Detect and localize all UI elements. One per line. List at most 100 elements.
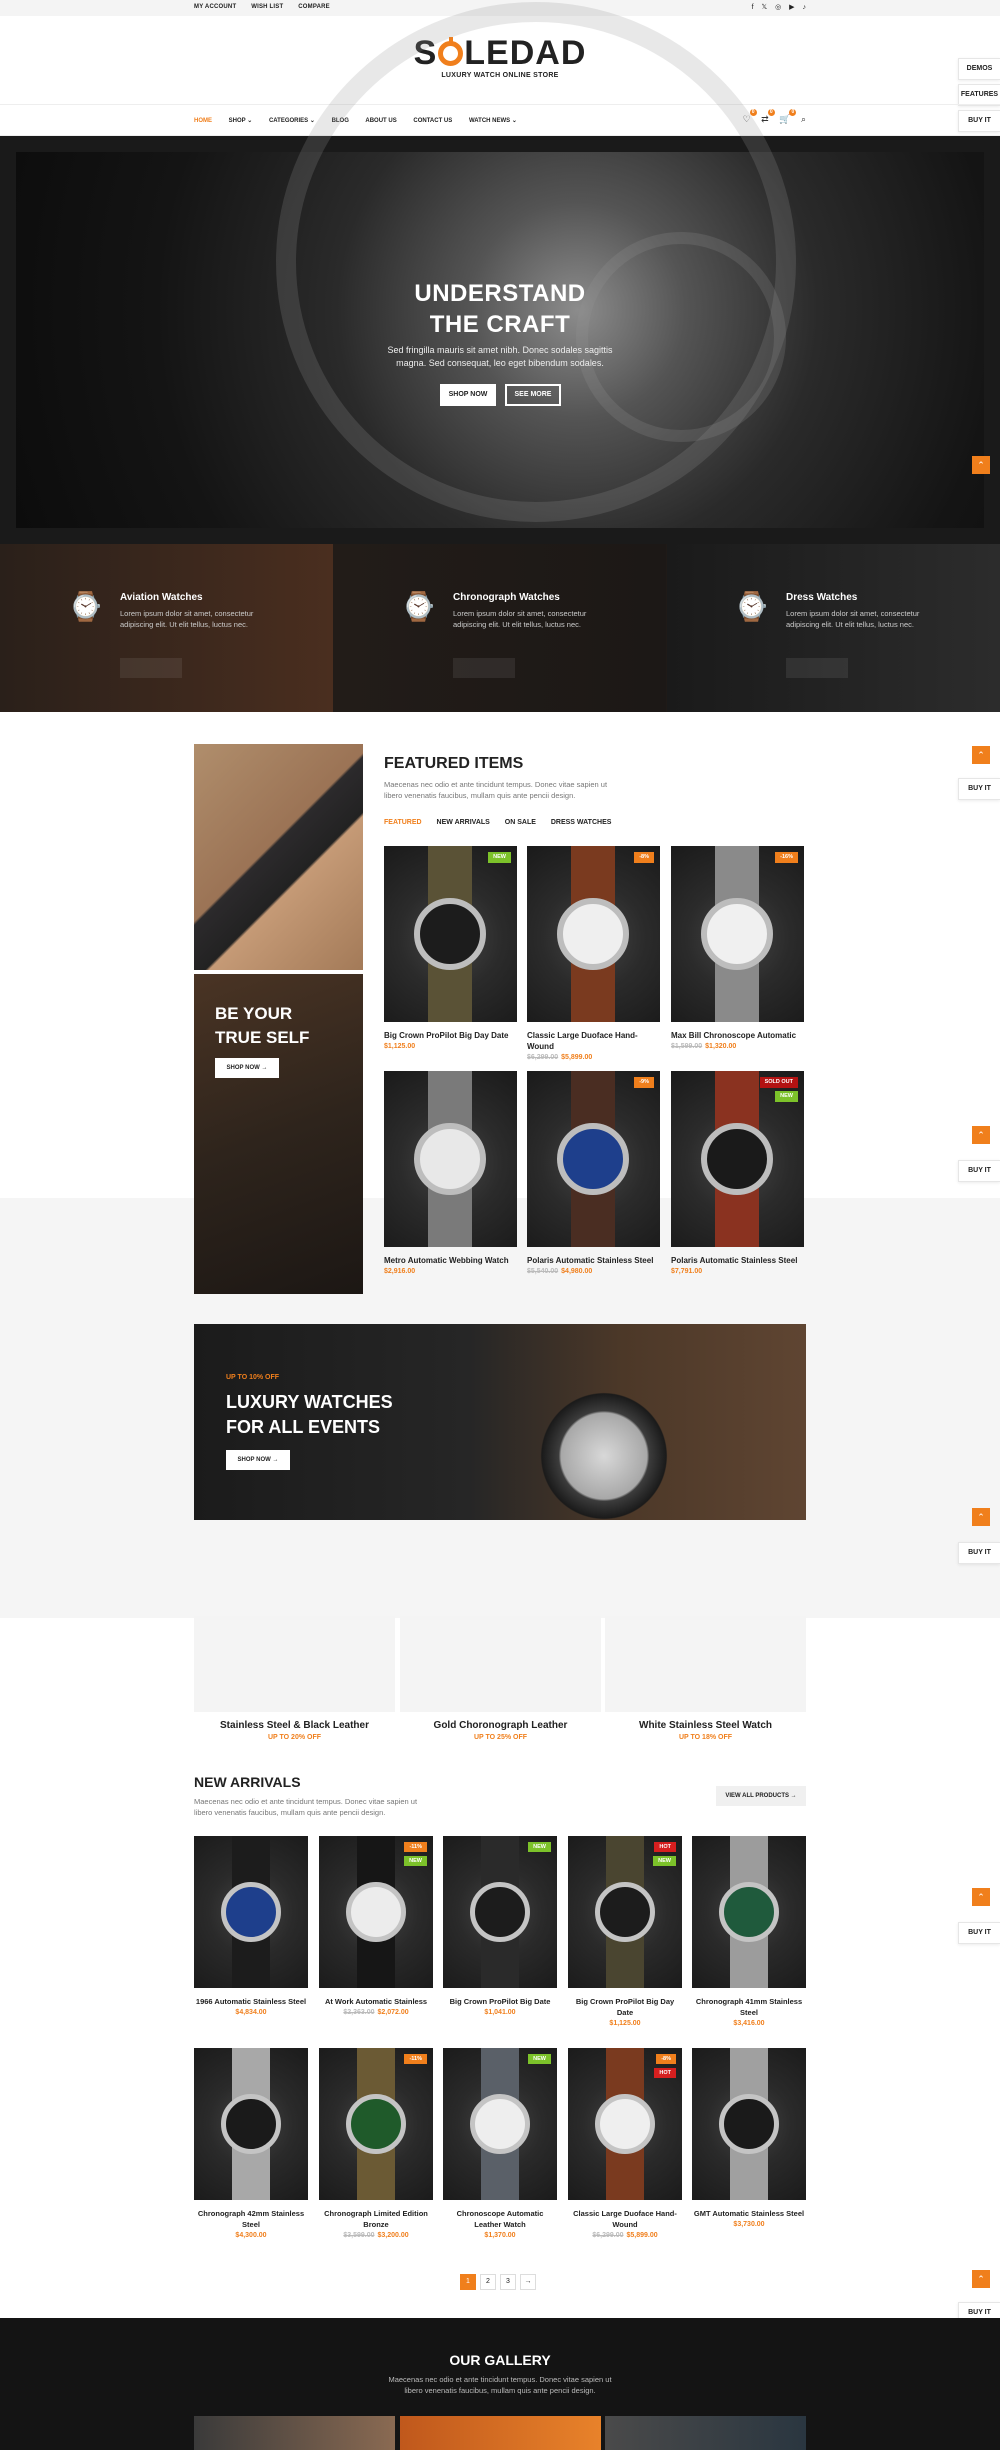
- product-card[interactable]: -8% HOT Classic Large Duoface Hand-Wound $6…: [568, 2048, 682, 2239]
- promo-card[interactable]: Stainless Steel & Black Leather UP TO 20…: [194, 1616, 395, 1741]
- product-name[interactable]: Chronograph 41mm Stainless Steel: [692, 1996, 806, 2018]
- product-name[interactable]: 1966 Automatic Stainless Steel: [194, 1996, 308, 2007]
- buy-it-button[interactable]: BUY IT: [958, 778, 1000, 800]
- buy-it-button[interactable]: BUY IT: [958, 1542, 1000, 1564]
- next-page-icon[interactable]: →: [520, 2274, 536, 2290]
- product-name[interactable]: Chronograph Limited Edition Bronze: [319, 2208, 433, 2230]
- product-image: -11%: [319, 2048, 433, 2200]
- product-card[interactable]: Chronograph 41mm Stainless Steel $3,416.0…: [692, 1836, 806, 2027]
- product-card[interactable]: GMT Automatic Stainless Steel $3,730.00: [692, 2048, 806, 2228]
- buy-it-button[interactable]: BUY IT: [958, 1922, 1000, 1944]
- page-1[interactable]: 1: [460, 2274, 476, 2290]
- page-2[interactable]: 2: [480, 2274, 496, 2290]
- hero-title: UNDERSTAND THE CRAFT: [414, 280, 586, 338]
- facebook-icon[interactable]: f: [752, 4, 754, 11]
- tab-dress-watches[interactable]: DRESS WATCHES: [551, 819, 612, 826]
- product-badge: HOT: [654, 1842, 676, 1852]
- x-icon[interactable]: 𝕏: [762, 4, 768, 11]
- product-card[interactable]: -11% Chronograph Limited Edition Bronze $3…: [319, 2048, 433, 2239]
- page-3[interactable]: 3: [500, 2274, 516, 2290]
- view-all-products-button[interactable]: VIEW ALL PRODUCTS →: [716, 1786, 806, 1806]
- scroll-top-icon[interactable]: ⌃: [972, 1508, 990, 1526]
- product-card[interactable]: NEW Big Crown ProPilot Big Date $1,041.00: [443, 1836, 557, 2016]
- product-card[interactable]: 1966 Automatic Stainless Steel $4,834.00: [194, 1836, 308, 2016]
- search-icon[interactable]: ⌕: [801, 114, 806, 124]
- product-name[interactable]: Metro Automatic Webbing Watch: [384, 1255, 517, 1266]
- hero-slider: UNDERSTAND THE CRAFT Sed fringilla mauris…: [0, 2, 1000, 544]
- hero-shop-now-button[interactable]: SHOP NOW: [440, 384, 496, 406]
- nav-categories[interactable]: CATEGORIES ⌄: [269, 118, 315, 124]
- product-card[interactable]: Chronograph 42mm Stainless Steel $4,300.0…: [194, 2048, 308, 2239]
- be-true-self-banner[interactable]: BE YOUR TRUE SELF SHOP NOW →: [194, 974, 363, 1294]
- promo-card[interactable]: White Stainless Steel Watch UP TO 18% OF…: [605, 1616, 806, 1741]
- banner-shop-now-button[interactable]: SHOP NOW →: [226, 1450, 290, 1470]
- product-card[interactable]: -9% Polaris Automatic Stainless Steel $5,5…: [527, 1071, 660, 1275]
- product-image: HOT NEW: [568, 1836, 682, 1988]
- product-card[interactable]: -8% Classic Large Duoface Hand-Wound $6,29…: [527, 846, 660, 1061]
- my-account-link[interactable]: MY ACCOUNT: [194, 4, 236, 10]
- category-button[interactable]: [453, 658, 515, 678]
- product-name[interactable]: At Work Automatic Stainless: [319, 1996, 433, 2007]
- category-aviation[interactable]: ⌚ Aviation Watches Lorem ipsum dolor sit…: [0, 544, 333, 712]
- product-name[interactable]: Polaris Automatic Stainless Steel: [527, 1255, 660, 1266]
- gallery-image[interactable]: [605, 2416, 806, 2450]
- compare-icon[interactable]: ⇄ 0: [761, 109, 775, 124]
- product-image: SOLD OUT NEW: [671, 1071, 804, 1247]
- product-name[interactable]: Max Bill Chronoscope Automatic: [671, 1030, 804, 1041]
- compare-link[interactable]: COMPARE: [298, 4, 330, 10]
- product-image: -9%: [527, 1071, 660, 1247]
- watch-face-icon: [414, 898, 486, 970]
- product-card[interactable]: -16% Max Bill Chronoscope Automatic $1,599…: [671, 846, 804, 1050]
- product-card[interactable]: Metro Automatic Webbing Watch $2,916.00: [384, 1071, 517, 1275]
- category-button[interactable]: [120, 658, 182, 678]
- category-chronograph[interactable]: ⌚ Chronograph Watches Lorem ipsum dolor …: [333, 544, 666, 712]
- product-name[interactable]: Polaris Automatic Stainless Steel: [671, 1255, 804, 1266]
- product-name[interactable]: GMT Automatic Stainless Steel: [692, 2208, 806, 2219]
- product-price: $2,363.00 $2,072.00: [319, 2009, 433, 2016]
- demos-button[interactable]: DEMOS: [958, 58, 1000, 80]
- tab-new-arrivals[interactable]: NEW ARRIVALS: [437, 819, 490, 826]
- product-card[interactable]: NEW Chronoscope Automatic Leather Watch $1…: [443, 2048, 557, 2239]
- watch-face-icon: [346, 2094, 406, 2154]
- scroll-top-icon[interactable]: ⌃: [972, 2270, 990, 2288]
- hero-see-more-button[interactable]: SEE MORE: [505, 384, 561, 406]
- product-name[interactable]: Big Crown ProPilot Big Date: [443, 1996, 557, 2007]
- product-name[interactable]: Classic Large Duoface Hand-Wound: [527, 1030, 660, 1052]
- category-button[interactable]: [786, 658, 848, 678]
- scroll-top-icon[interactable]: ⌃: [972, 456, 990, 474]
- instagram-icon[interactable]: ◎: [775, 4, 781, 11]
- cart-icon[interactable]: 🛒 0: [779, 109, 797, 124]
- scroll-top-icon[interactable]: ⌃: [972, 1126, 990, 1144]
- product-name[interactable]: Big Crown ProPilot Big Day Date: [384, 1030, 517, 1041]
- features-button[interactable]: FEATURES: [958, 84, 1000, 106]
- scroll-top-icon[interactable]: ⌃: [972, 1888, 990, 1906]
- product-name[interactable]: Chronoscope Automatic Leather Watch: [443, 2208, 557, 2230]
- be-true-self-shop-button[interactable]: SHOP NOW →: [215, 1058, 279, 1078]
- gallery-image[interactable]: [400, 2416, 601, 2450]
- nav-home[interactable]: HOME: [194, 118, 212, 124]
- tab-featured[interactable]: FEATURED: [384, 819, 422, 826]
- product-card[interactable]: SOLD OUT NEW Polaris Automatic Stainless S…: [671, 1071, 804, 1275]
- product-name[interactable]: Big Crown ProPilot Big Day Date: [568, 1996, 682, 2018]
- product-price: $1,125.00: [384, 1043, 517, 1050]
- luxury-watches-banner[interactable]: UP TO 10% OFF LUXURY WATCHES FOR ALL EVEN…: [194, 1324, 806, 1536]
- category-dress[interactable]: ⌚ Dress Watches Lorem ipsum dolor sit am…: [667, 544, 1000, 712]
- nav-shop[interactable]: SHOP ⌄: [229, 118, 253, 124]
- wish-list-link[interactable]: WISH LIST: [251, 4, 283, 10]
- product-card[interactable]: NEW Big Crown ProPilot Big Day Date $1,125…: [384, 846, 517, 1050]
- tab-on-sale[interactable]: ON SALE: [505, 819, 536, 826]
- gallery-image[interactable]: [194, 2416, 395, 2450]
- youtube-icon[interactable]: ▶: [789, 4, 794, 11]
- cart-count: 0: [789, 109, 797, 116]
- product-name[interactable]: Chronograph 42mm Stainless Steel: [194, 2208, 308, 2230]
- old-price: $5,540.00: [527, 1268, 559, 1275]
- product-card[interactable]: HOT NEW Big Crown ProPilot Big Day Date $1,…: [568, 1836, 682, 2027]
- scroll-top-icon[interactable]: ⌃: [972, 746, 990, 764]
- promo-image: [400, 1616, 601, 1712]
- product-name[interactable]: Classic Large Duoface Hand-Wound: [568, 2208, 682, 2230]
- promo-card[interactable]: Gold Choronograph Leather UP TO 25% OFF: [400, 1616, 601, 1741]
- buy-it-button[interactable]: BUY IT: [958, 1160, 1000, 1182]
- current-price: $5,899.00: [561, 1054, 593, 1061]
- tiktok-icon[interactable]: ♪: [803, 4, 807, 11]
- product-card[interactable]: -11% NEW At Work Automatic Stainless $2,363…: [319, 1836, 433, 2016]
